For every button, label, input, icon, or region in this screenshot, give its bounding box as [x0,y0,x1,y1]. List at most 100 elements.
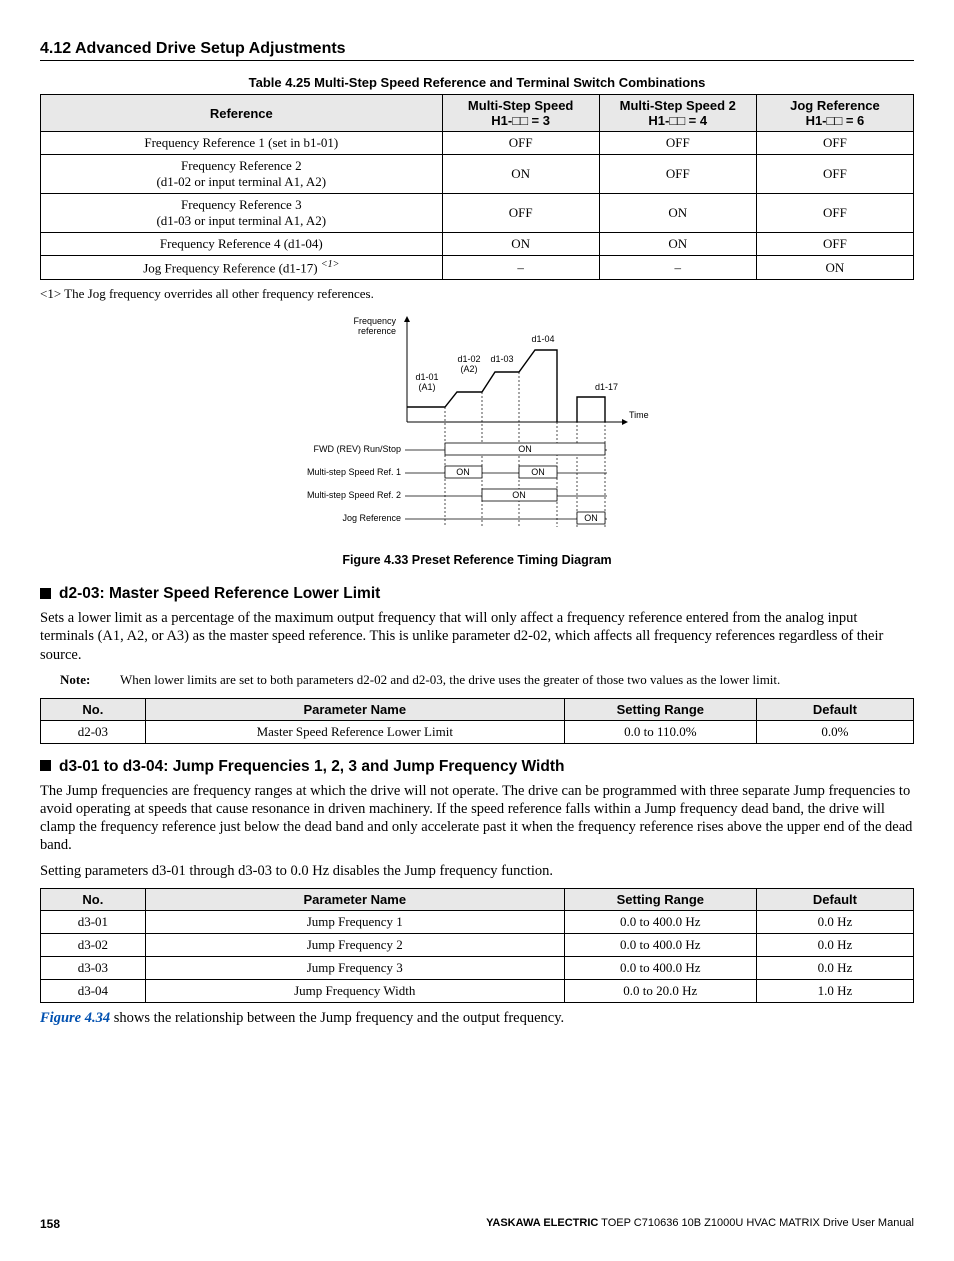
cell-c1: ON [442,233,599,256]
note-text: When lower limits are set to both parame… [120,672,780,688]
cell-no: d3-04 [41,980,146,1003]
th-no: No. [41,698,146,720]
cell-default: 0.0 Hz [756,957,913,980]
cell-ref-sub: (d1-02 or input terminal A1, A2) [156,174,326,189]
cell-ref: Frequency Reference 1 (set in b1-01) [41,132,443,155]
subhead-text: d2-03: Master Speed Reference Lower Limi… [59,585,380,602]
svg-on: ON [456,467,470,477]
cell-name: Jump Frequency Width [145,980,564,1003]
cell-name: Master Speed Reference Lower Limit [145,720,564,743]
th-default: Default [756,889,913,911]
table-row: Jog Frequency Reference (d1-17) <1> – – … [41,256,914,280]
figure-433-caption: Figure 4.33 Preset Reference Timing Diag… [40,553,914,567]
table-row: Frequency Reference 2 (d1-02 or input te… [41,155,914,194]
cell-ref-sup: <1> [321,259,340,270]
svg-row-label: Multi-step Speed Ref. 1 [307,467,401,477]
cell-c2: – [599,256,756,280]
cell-c3: OFF [756,155,913,194]
cell-c1: ON [442,155,599,194]
after-text: shows the relationship between the Jump … [110,1010,564,1026]
para-d203: Sets a lower limit as a percentage of th… [40,609,914,663]
svg-label: (A1) [418,382,435,392]
cell-default: 0.0 Hz [756,934,913,957]
svg-on: ON [531,467,545,477]
manual-ref: YASKAWA ELECTRIC TOEP C710636 10B Z1000U… [486,1217,914,1231]
cell-default: 0.0 Hz [756,911,913,934]
table-425-title: Table 4.25 Multi-Step Speed Reference an… [40,75,914,90]
th-jogref-line1: Jog Reference [790,98,880,113]
svg-row-label: FWD (REV) Run/Stop [313,444,401,454]
th-range: Setting Range [564,698,756,720]
table-row: d3-03 Jump Frequency 3 0.0 to 400.0 Hz 0… [41,957,914,980]
cell-range: 0.0 to 20.0 Hz [564,980,756,1003]
cell-c1: – [442,256,599,280]
th-range: Setting Range [564,889,756,911]
cell-no: d3-01 [41,911,146,934]
svg-text:d1-02(A2): d1-02(A2) [457,354,480,374]
table-row: d3-04 Jump Frequency Width 0.0 to 20.0 H… [41,980,914,1003]
subhead-text: d3-01 to d3-04: Jump Frequencies 1, 2, 3… [59,758,564,775]
th-msspeed: Multi-Step Speed H1-□□ = 3 [442,95,599,132]
cell-ref: Frequency Reference 4 (d1-04) [41,233,443,256]
svg-label: d1-01 [415,372,438,382]
cell-ref-sub: (d1-03 or input terminal A1, A2) [156,213,326,228]
table-row: Frequency Reference 3 (d1-03 or input te… [41,194,914,233]
th-jogref: Jog Reference H1-□□ = 6 [756,95,913,132]
footer-manual: TOEP C710636 10B Z1000U HVAC MATRIX Driv… [598,1217,914,1229]
cell-c1: OFF [442,132,599,155]
th-param: Parameter Name [145,698,564,720]
th-param: Parameter Name [145,889,564,911]
page-number: 158 [40,1217,60,1231]
cell-name: Jump Frequency 2 [145,934,564,957]
svg-label: d1-03 [490,354,513,364]
cell-ref: Frequency Reference 3 (d1-03 or input te… [41,194,443,233]
cell-ref-main: Jog Frequency Reference (d1-17) [143,260,317,275]
svg-label: d1-04 [531,334,554,344]
th-msspeed-line1: Multi-Step Speed [468,98,573,113]
para-d3-2: Setting parameters d3-01 through d3-03 t… [40,862,914,880]
figure-434-link[interactable]: Figure 4.34 [40,1010,110,1026]
svg-on: ON [584,513,598,523]
th-reference: Reference [41,95,443,132]
cell-ref-main: Frequency Reference 2 [181,158,302,173]
note-d203: Note: When lower limits are set to both … [60,672,914,688]
figure-433: Frequencyreference d1-01(A1) d1-02(A2) d… [40,312,914,547]
cell-ref: Frequency Reference 2 (d1-02 or input te… [41,155,443,194]
cell-range: 0.0 to 110.0% [564,720,756,743]
svg-label: Time [629,410,649,420]
svg-text:d1-01(A1): d1-01(A1) [415,372,438,392]
svg-label: d1-02 [457,354,480,364]
cell-c2: OFF [599,132,756,155]
section-header: 4.12 Advanced Drive Setup Adjustments [40,40,914,61]
cell-no: d3-03 [41,957,146,980]
cell-ref: Jog Frequency Reference (d1-17) <1> [41,256,443,280]
th-default: Default [756,698,913,720]
cell-name: Jump Frequency 1 [145,911,564,934]
table-row: Frequency Reference 4 (d1-04) ON ON OFF [41,233,914,256]
cell-range: 0.0 to 400.0 Hz [564,911,756,934]
cell-range: 0.0 to 400.0 Hz [564,957,756,980]
cell-c3: OFF [756,132,913,155]
svg-on: ON [518,444,532,454]
table-d203: No. Parameter Name Setting Range Default… [40,698,914,744]
cell-c3: ON [756,256,913,280]
table-425: Reference Multi-Step Speed H1-□□ = 3 Mul… [40,94,914,280]
th-msspeed2-line1: Multi-Step Speed 2 [620,98,736,113]
note-label: Note: [60,672,120,688]
cell-c2: ON [599,233,756,256]
svg-label: d1-17 [595,382,618,392]
cell-c2: OFF [599,155,756,194]
table-row: Frequency Reference 1 (set in b1-01) OFF… [41,132,914,155]
square-bullet-icon [40,760,51,771]
svg-row-label: Jog Reference [342,513,401,523]
table-row: d3-02 Jump Frequency 2 0.0 to 400.0 Hz 0… [41,934,914,957]
cell-name: Jump Frequency 3 [145,957,564,980]
subhead-d3: d3-01 to d3-04: Jump Frequencies 1, 2, 3… [40,758,914,776]
cell-no: d3-02 [41,934,146,957]
footnote-1: <1> The Jog frequency overrides all othe… [40,286,914,302]
table-row: d2-03 Master Speed Reference Lower Limit… [41,720,914,743]
cell-c3: OFF [756,233,913,256]
svg-row-label: Multi-step Speed Ref. 2 [307,490,401,500]
para-after-d3: Figure 4.34 shows the relationship betwe… [40,1009,914,1027]
page-footer: 158 YASKAWA ELECTRIC TOEP C710636 10B Z1… [40,1217,914,1231]
